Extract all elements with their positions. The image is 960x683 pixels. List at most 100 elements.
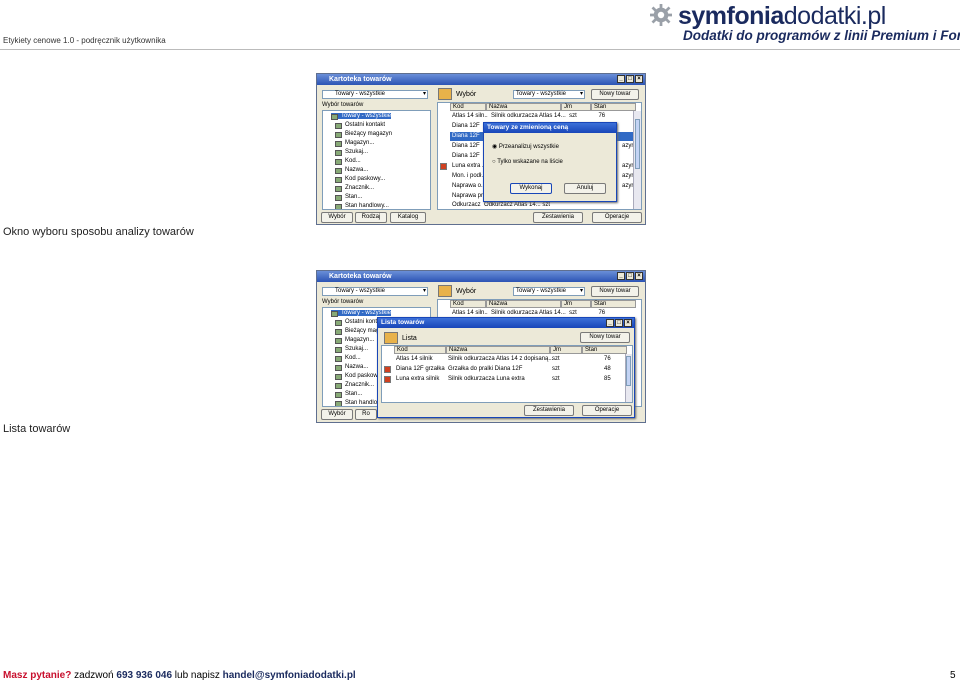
footer-phone[interactable]: 693 936 046 <box>116 670 172 681</box>
tree-item[interactable]: Szukaj... <box>335 149 368 156</box>
footer-call-text: zadzwoń <box>74 670 114 681</box>
tree-item[interactable]: Kod paskow <box>335 373 378 380</box>
close-icon[interactable]: × <box>635 272 643 280</box>
box-icon <box>438 88 452 100</box>
tree-item[interactable]: Towary - wszystkie <box>331 113 392 120</box>
footer-question: Masz pytanie? <box>3 670 72 681</box>
new-item-button[interactable]: Nowy towar <box>580 332 630 343</box>
tree-item[interactable]: Ostatni kontakt <box>335 122 385 129</box>
list-header: Lista <box>402 335 417 342</box>
tree-item[interactable]: Znacznik... <box>335 185 374 192</box>
minimize-icon[interactable]: _ <box>606 319 614 327</box>
filter-combo[interactable]: Towary - wszystkie <box>322 287 428 296</box>
list-row-kod[interactable]: Atlas 14 silnik <box>396 355 433 364</box>
vertical-scrollbar[interactable] <box>633 111 641 209</box>
table-row[interactable]: Atlas 14 siln.. Silnik odkurzacza Atlas … <box>452 112 632 121</box>
minimize-icon[interactable]: _ <box>617 272 625 280</box>
column-jm[interactable]: Jm <box>550 346 582 354</box>
list-row-nazwa[interactable]: Silnik odkurzacza Atlas 14 z dopisaną... <box>448 355 553 364</box>
tree-item[interactable]: Towary - wszystkie <box>331 310 392 317</box>
column-nazwa[interactable]: Nazwa <box>446 346 550 354</box>
tree-item[interactable]: Stan... <box>335 391 362 398</box>
operacje-button[interactable]: Operacje <box>592 212 642 223</box>
wybor-button[interactable]: Wybór <box>321 212 353 223</box>
page-number: 5 <box>950 670 956 681</box>
document-title: Etykiety cenowe 1.0 - podręcznik użytkow… <box>3 36 166 45</box>
table-row[interactable]: Naprawa o... <box>452 182 486 191</box>
tree-item[interactable]: Kod... <box>335 355 361 362</box>
table-row[interactable]: Mon. i podł... <box>452 172 486 181</box>
tree-item[interactable]: Kod... <box>335 158 361 165</box>
list-row-stan[interactable]: 48 <box>604 365 611 374</box>
list-row-kod[interactable]: Luna extra silnik <box>396 375 439 384</box>
table-row[interactable]: Odkurzacz Odkurzacz Atlas 14... szt <box>452 201 550 209</box>
close-icon[interactable]: × <box>635 75 643 83</box>
tree-item[interactable]: Znacznik... <box>335 382 374 389</box>
column-nazwa[interactable]: Nazwa <box>486 103 561 111</box>
right-filter-combo[interactable]: Towary - wszystkie <box>513 90 585 99</box>
katalog-button[interactable]: Katalog <box>390 212 426 223</box>
table-row[interactable]: Diana 12F <box>452 152 480 161</box>
rodzaj-button[interactable]: Ro <box>355 409 377 420</box>
list-row-jm[interactable]: szt <box>552 365 560 374</box>
maximize-icon[interactable]: □ <box>626 272 634 280</box>
table-row[interactable]: Diana 12F <box>452 142 480 151</box>
column-jm[interactable]: Jm <box>561 103 591 111</box>
operacje-button[interactable]: Operacje <box>582 405 632 416</box>
list-row-stan[interactable]: 85 <box>604 375 611 384</box>
column-kod[interactable]: Kod <box>450 300 486 308</box>
list-row-jm[interactable]: szt <box>552 375 560 384</box>
zestawienia-button[interactable]: Zestawienia <box>524 405 574 416</box>
close-icon[interactable]: × <box>624 319 632 327</box>
tree-item[interactable]: Magazyn... <box>335 140 374 147</box>
tree-item[interactable]: Szukaj... <box>335 346 368 353</box>
column-kod[interactable]: Kod <box>450 103 486 111</box>
tree-item[interactable]: Nazwa... <box>335 167 368 174</box>
label-wybor-towarow: Wybór towarów <box>322 102 364 108</box>
filter-combo[interactable]: Towary - wszystkie <box>322 90 428 99</box>
tree-item[interactable]: Bieżący magazyn <box>335 131 392 138</box>
label-wybor-towarow: Wybór towarów <box>322 299 364 305</box>
list-row-nazwa[interactable]: Silnik odkurzacza Luna extra <box>448 375 525 384</box>
column-kod[interactable]: Kod <box>394 346 446 354</box>
table-row[interactable]: Diana 12F <box>452 122 480 131</box>
wybor-button[interactable]: Wybór <box>321 409 353 420</box>
right-filter-combo[interactable]: Towary - wszystkie <box>513 287 585 296</box>
new-item-button[interactable]: Nowy towar <box>591 286 639 297</box>
maximize-icon[interactable]: □ <box>626 75 634 83</box>
footer-email-link[interactable]: handel@symfoniadodatki.pl <box>223 670 356 681</box>
list-row-jm[interactable]: szt <box>552 355 560 364</box>
column-nazwa[interactable]: Nazwa <box>486 300 561 308</box>
vertical-scrollbar[interactable] <box>625 354 632 402</box>
tree-item[interactable]: Stan handlowy... <box>335 203 389 209</box>
list-row-kod[interactable]: Diana 12F grzałka <box>396 365 445 374</box>
anuluj-button[interactable]: Anuluj <box>564 183 606 194</box>
tree-item[interactable]: Kod paskowy... <box>335 176 385 183</box>
maximize-icon[interactable]: □ <box>615 319 623 327</box>
lista-towarow-window: Lista towarów _ □ × Lista Nowy towar Kod… <box>377 317 635 418</box>
box-icon <box>384 332 398 344</box>
list-window-title: Lista towarów _ □ × <box>378 318 634 328</box>
tree-item[interactable]: Magazyn... <box>335 337 374 344</box>
column-jm[interactable]: Jm <box>561 300 591 308</box>
list-row-nazwa[interactable]: Grzałka do pralki Diana 12F <box>448 365 522 374</box>
column-stan[interactable]: Stan <box>582 346 627 354</box>
column-stan[interactable]: Stan <box>591 103 636 111</box>
radio-all[interactable]: ◉ Przeanalizuj wszystkie <box>492 143 559 150</box>
analysis-dialog: Towary ze zmienioną ceną ◉ Przeanalizuj … <box>483 122 617 202</box>
zestawienia-button[interactable]: Zestawienia <box>533 212 583 223</box>
new-item-button[interactable]: Nowy towar <box>591 89 639 100</box>
list-row-stan[interactable]: 76 <box>604 355 611 364</box>
rodzaj-button[interactable]: Rodzaj <box>355 212 387 223</box>
tree-item[interactable]: Stan... <box>335 194 362 201</box>
radio-selected[interactable]: ○ Tylko wskazane na liście <box>492 159 563 165</box>
table-row[interactable]: Luna extra .. <box>452 162 485 171</box>
window-titlebar: Kartoteka towarów _ □ × <box>317 271 645 282</box>
tree-item[interactable]: Ostatni kont <box>335 319 377 326</box>
tree-item[interactable]: Bieżący mag <box>335 328 379 335</box>
column-stan[interactable]: Stan <box>591 300 636 308</box>
wykonaj-button[interactable]: Wykonaj <box>510 183 552 194</box>
tree-item[interactable]: Stan handlo <box>335 400 377 406</box>
tree-item[interactable]: Nazwa... <box>335 364 368 371</box>
minimize-icon[interactable]: _ <box>617 75 625 83</box>
